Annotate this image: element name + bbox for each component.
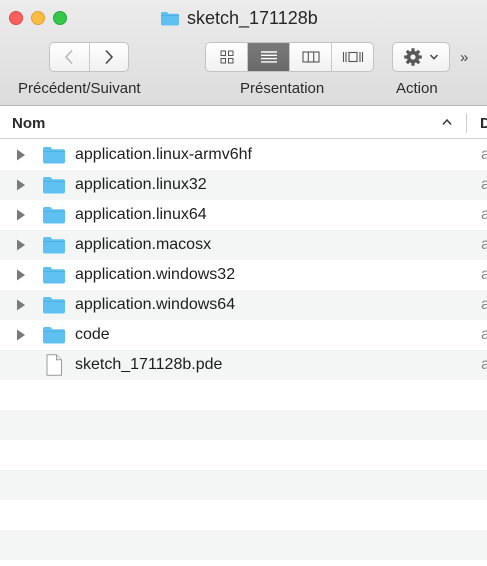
file-name: application.linux-armv6hf [75,146,252,163]
folder-icon [161,11,179,25]
chevron-left-icon [65,49,74,65]
folder-icon [43,207,65,224]
zoom-window-button[interactable] [53,11,67,25]
list-item[interactable]: application.linux64 a [0,200,487,230]
list-item[interactable]: sketch_171128b.pde a [0,350,487,380]
file-date: a [481,326,487,343]
folder-icon [43,177,65,194]
window-title-text: sketch_171128b [187,7,318,28]
toolbar: sketch_171128b » Précédent/Suivant Prése… [0,0,487,106]
column-header-name[interactable]: Nom [12,115,45,132]
file-name: application.windows32 [75,266,236,283]
column-header-date[interactable]: D [480,115,487,132]
file-date: a [481,146,487,163]
folder-icon [43,237,65,254]
empty-row [0,500,487,530]
cover-flow-icon [342,51,363,63]
disclosure-triangle-icon[interactable] [16,209,26,221]
column-header: Nom D [0,107,487,139]
minimize-window-button[interactable] [31,11,45,25]
file-name: application.linux64 [75,206,207,223]
disclosure-triangle-icon[interactable] [16,269,26,281]
empty-row [0,440,487,470]
file-date: a [481,236,487,253]
chevron-down-icon [429,54,439,60]
file-date: a [481,296,487,313]
file-name: application.linux32 [75,176,207,193]
file-name: code [75,326,110,343]
toolbar-overflow-button[interactable]: » [460,49,468,66]
list-item[interactable]: application.windows64 a [0,290,487,320]
folder-icon [43,297,65,314]
disclosure-triangle-icon[interactable] [16,239,26,251]
window-title: sketch_171128b [160,7,318,29]
forward-button[interactable] [88,43,128,71]
file-name: application.windows64 [75,296,236,313]
view-mode-label: Présentation [240,80,325,97]
back-button[interactable] [50,43,89,71]
folder-icon [43,327,65,344]
list-item[interactable]: application.linux-armv6hf a [0,140,487,170]
folder-icon [43,267,65,284]
action-button-content [393,43,449,71]
disclosure-triangle-icon[interactable] [16,329,26,341]
file-date: a [481,176,487,193]
file-date: a [481,356,487,373]
close-window-button[interactable] [9,11,23,25]
list-item[interactable]: code a [0,320,487,350]
chevron-right-icon [105,49,114,65]
disclosure-triangle-icon[interactable] [16,149,26,161]
columns-icon [301,51,320,63]
empty-row [0,530,487,560]
sort-ascending-icon[interactable] [441,117,453,127]
document-icon [46,354,62,376]
gear-icon [404,48,422,66]
empty-row [0,410,487,440]
column-view-button[interactable] [289,43,331,71]
list-item[interactable]: application.windows32 a [0,260,487,290]
back-forward-label: Précédent/Suivant [18,80,141,97]
list-icon [260,51,277,63]
file-date: a [481,266,487,283]
folder-icon [43,147,65,164]
action-label: Action [396,80,438,97]
disclosure-triangle-icon[interactable] [16,179,26,191]
list-item[interactable]: application.macosx a [0,230,487,260]
column-divider[interactable] [466,113,467,133]
list-view-button[interactable] [247,43,289,71]
file-date: a [481,206,487,223]
grid-icon [220,50,233,64]
file-list: application.linux-armv6hf a application.… [0,140,487,566]
disclosure-triangle-icon[interactable] [16,299,26,311]
action-menu-button[interactable] [392,42,450,72]
gallery-view-button[interactable] [331,43,373,71]
list-item[interactable]: application.linux32 a [0,170,487,200]
empty-row [0,380,487,410]
back-forward-control [49,42,129,72]
icon-view-button[interactable] [206,43,247,71]
file-name: sketch_171128b.pde [75,356,223,373]
file-name: application.macosx [75,236,212,253]
empty-row [0,470,487,500]
view-mode-control [205,42,374,72]
